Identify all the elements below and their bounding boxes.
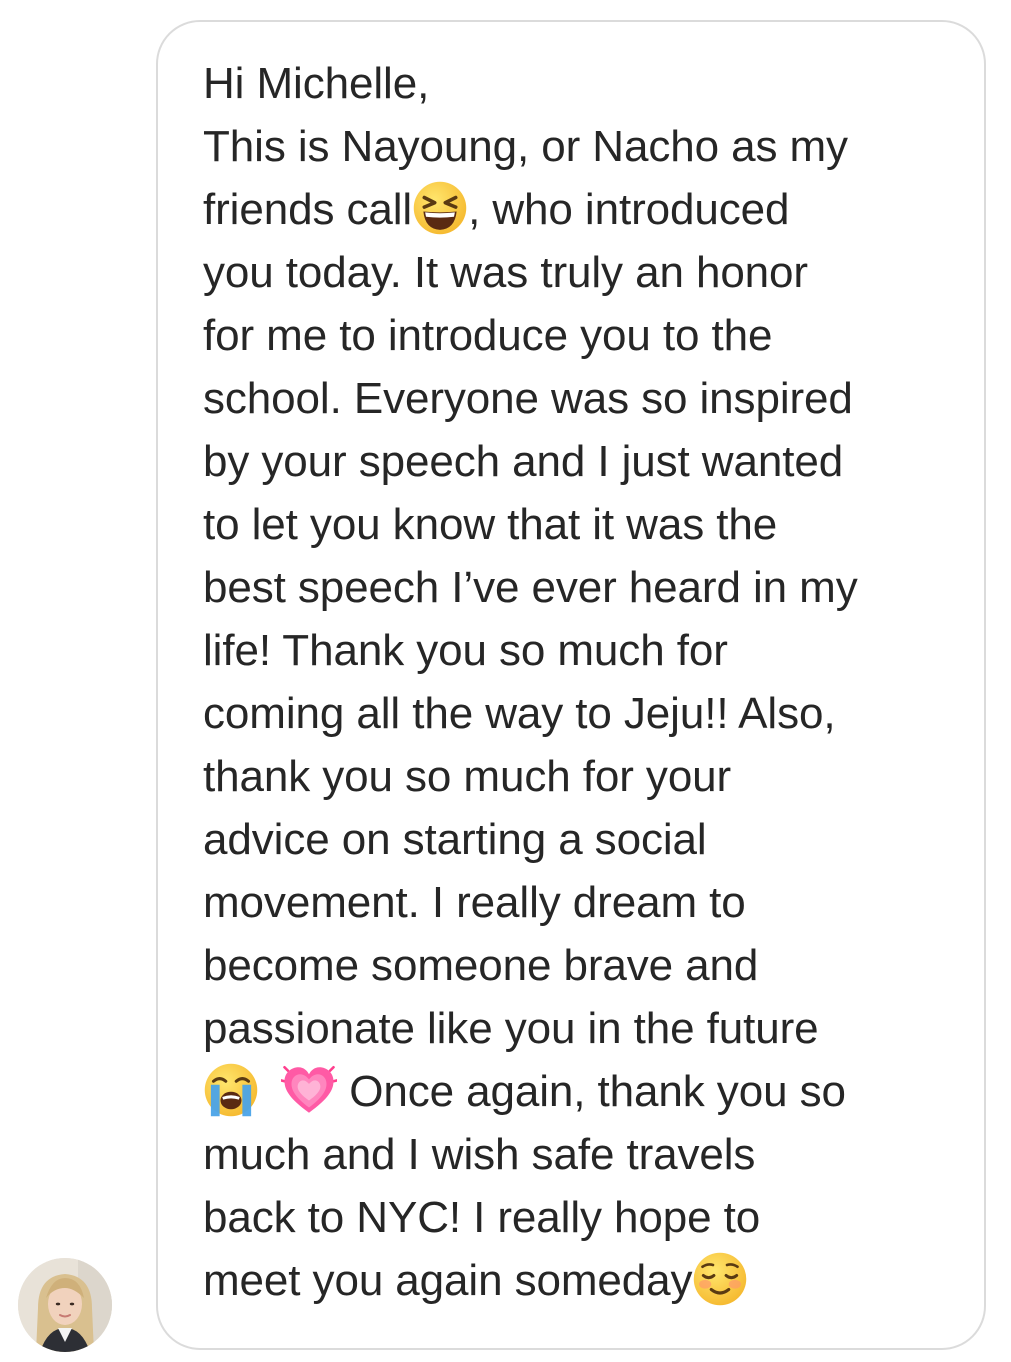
profile-photo-avatar-icon: [18, 1258, 112, 1352]
message-text: Hi Michelle, This is Nayoung, or Nacho a…: [203, 52, 973, 1312]
message-line: coming all the way to Jeju!! Also,: [203, 689, 836, 738]
sender-avatar[interactable]: [18, 1258, 112, 1352]
growing-heart-emoji-icon: [281, 1062, 338, 1118]
message-line: movement. I really dream to: [203, 878, 746, 927]
message-line: school. Everyone was so inspired: [203, 374, 853, 423]
message-line: for me to introduce you to the: [203, 311, 773, 360]
message-line: by your speech and I just wanted: [203, 437, 844, 486]
smiling-face-emoji-icon: [692, 1251, 748, 1307]
message-line: thank you so much for your: [203, 752, 732, 801]
message-line: advice on starting a social: [203, 815, 707, 864]
message-line: meet you again someday: [203, 1249, 973, 1312]
message-line: friends call , who introduced: [203, 178, 973, 241]
message-line: become someone brave and: [203, 941, 759, 990]
message-line: Once again, thank you so: [203, 1060, 973, 1123]
message-line: you today. It was truly an honor: [203, 248, 808, 297]
message-line: back to NYC! I really hope to: [203, 1193, 761, 1242]
message-line: best speech I’ve ever heard in my: [203, 563, 858, 612]
message-line: to let you know that it was the: [203, 500, 778, 549]
greeting-line: Hi Michelle,: [203, 59, 430, 108]
grinning-squinting-face-emoji-icon: [412, 180, 468, 236]
message-line: much and I wish safe travels: [203, 1130, 756, 1179]
loudly-crying-face-emoji-icon: [203, 1062, 259, 1118]
message-line: passionate like you in the future: [203, 1004, 819, 1053]
message-line: life! Thank you so much for: [203, 626, 728, 675]
message-line: This is Nayoung, or Nacho as my: [203, 122, 848, 171]
